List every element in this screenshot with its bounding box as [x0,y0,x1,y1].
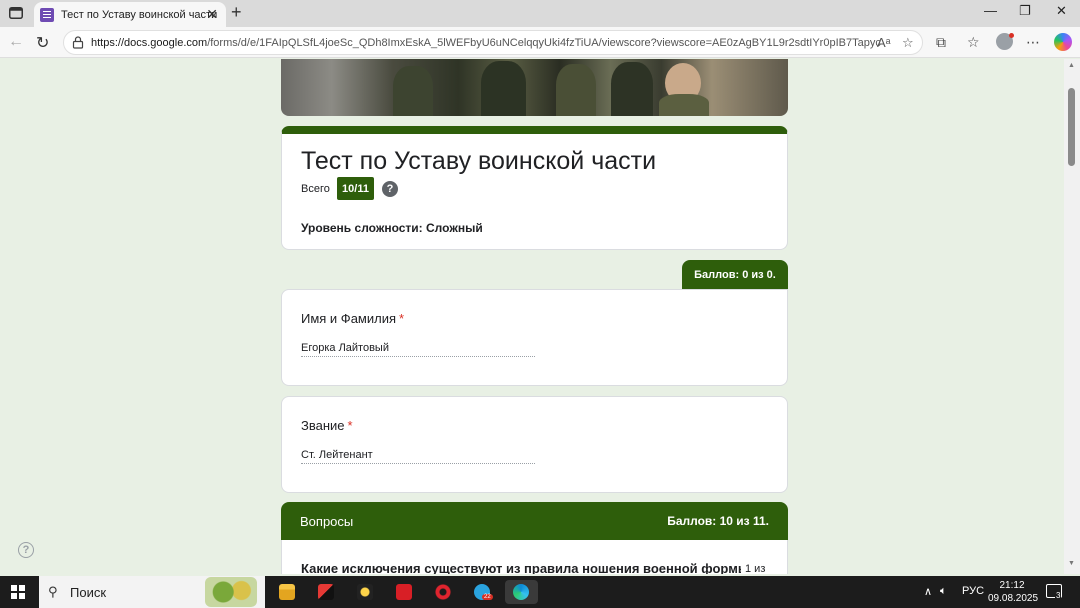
section-header: Вопросы Баллов: 10 из 11. [281,502,788,540]
edge-icon [513,584,529,600]
folder-icon [279,584,295,600]
clock-time: 21:12 [999,580,1025,591]
section-score: Баллов: 10 из 11. [667,514,769,528]
netflix-app[interactable] [392,580,416,604]
scroll-down-icon[interactable]: ▼ [1068,560,1075,567]
volume-icon[interactable]: 🔈︎ [940,585,947,598]
telegram-badge: 22 [482,594,493,600]
answer-text: Егорка Лайтовый [301,342,535,357]
form-page: Тест по Уставу воинской части Всего 10/1… [0,59,1064,574]
favorites-icon[interactable]: ☆ [967,34,980,51]
section-title: Вопросы [300,514,354,529]
clock-date: 09.08.2025 [988,593,1039,604]
active-tab[interactable]: Тест по Уставу воинской части ✕ [34,2,226,27]
question-text: Какие исключения существуют из правила н… [301,561,741,574]
favorite-star-icon[interactable]: ☆ [902,35,914,51]
form-header-image [281,59,788,116]
maximize-icon[interactable]: ❐ [1019,3,1031,19]
notifications-count: 3 [1055,591,1062,600]
page-scrollbar[interactable]: ▲ ▼ [1064,59,1080,574]
total-label: Всего [301,183,330,195]
required-marker: * [347,418,353,433]
game-icon [357,584,373,600]
question-points: 1 из [745,563,766,574]
profile-status-dot [1009,33,1014,38]
language-indicator[interactable]: РУС [962,585,984,597]
help-icon[interactable]: ? [18,542,34,558]
read-aloud-icon[interactable]: Aᵃ [877,35,891,50]
close-window-icon[interactable]: ✕ [1056,3,1067,19]
media-player-app[interactable] [314,580,338,604]
tab-title: Тест по Уставу воинской части [61,8,218,21]
edge-app[interactable] [505,580,538,604]
browser-toolbar: ← ↻ https://docs.google.com/forms/d/e/1F… [0,27,1080,58]
clock[interactable]: 21:12 09.08.2025 [988,579,1039,605]
windows-start-icon[interactable] [11,585,25,599]
form-title-card: Тест по Уставу воинской части Всего 10/1… [281,126,788,250]
more-menu-icon[interactable]: ⋯ [1026,34,1040,51]
site-info-icon[interactable] [72,36,84,49]
search-icon: ⚲ [48,584,58,599]
question-card-name: Имя и Фамилия * Егорка Лайтовый [281,289,788,386]
new-tab-icon[interactable]: + [231,2,242,23]
search-highlight-image [205,577,257,607]
back-icon[interactable]: ← [8,33,24,51]
opera-app[interactable] [431,580,455,604]
file-explorer-app[interactable] [275,580,299,604]
total-score-badge: 10/11 [337,177,374,200]
scrollbar-thumb[interactable] [1068,88,1075,166]
scroll-up-icon[interactable]: ▲ [1068,62,1075,69]
search-label: Поиск [70,585,107,600]
score-help-icon[interactable]: ? [382,181,398,197]
copilot-icon[interactable] [1054,33,1072,51]
extensions-icon[interactable]: ⧉ [936,34,946,51]
tab-close-icon[interactable]: ✕ [206,6,218,23]
game-app[interactable] [353,580,377,604]
tab-actions-icon[interactable] [6,4,26,22]
difficulty-text: Уровень сложности: Сложный [301,221,483,235]
telegram-app[interactable]: 22 [470,580,494,604]
answer-text: Ст. Лейтенант [301,449,535,464]
url-text: https://docs.google.com/forms/d/e/1FAIpQ… [91,37,881,49]
tab-strip: Тест по Уставу воинской части ✕ + — ❐ ✕ [0,0,1080,27]
minimize-icon[interactable]: — [984,3,997,18]
required-marker: * [399,311,405,326]
media-player-icon [318,584,334,600]
google-forms-icon [40,7,54,22]
address-bar[interactable]: https://docs.google.com/forms/d/e/1FAIpQ… [63,30,923,55]
netflix-icon [396,584,412,600]
taskbar-search[interactable]: ⚲ Поиск [39,576,265,608]
form-title: Тест по Уставу воинской части [301,147,657,175]
taskbar: ⚲ Поиск 22 ∧ 🔈︎ РУС 21:12 09.08.2025 3 [0,576,1080,608]
reload-icon[interactable]: ↻ [36,33,49,53]
question-card-rank: Звание * Ст. Лейтенант [281,396,788,493]
question-label: Имя и Фамилия * [301,311,405,326]
tray-expand-icon[interactable]: ∧ [924,585,932,598]
question-card: Какие исключения существуют из правила н… [281,540,788,574]
question-label: Звание * [301,418,353,433]
opera-icon [435,584,451,600]
points-badge: Баллов: 0 из 0. [682,260,788,289]
